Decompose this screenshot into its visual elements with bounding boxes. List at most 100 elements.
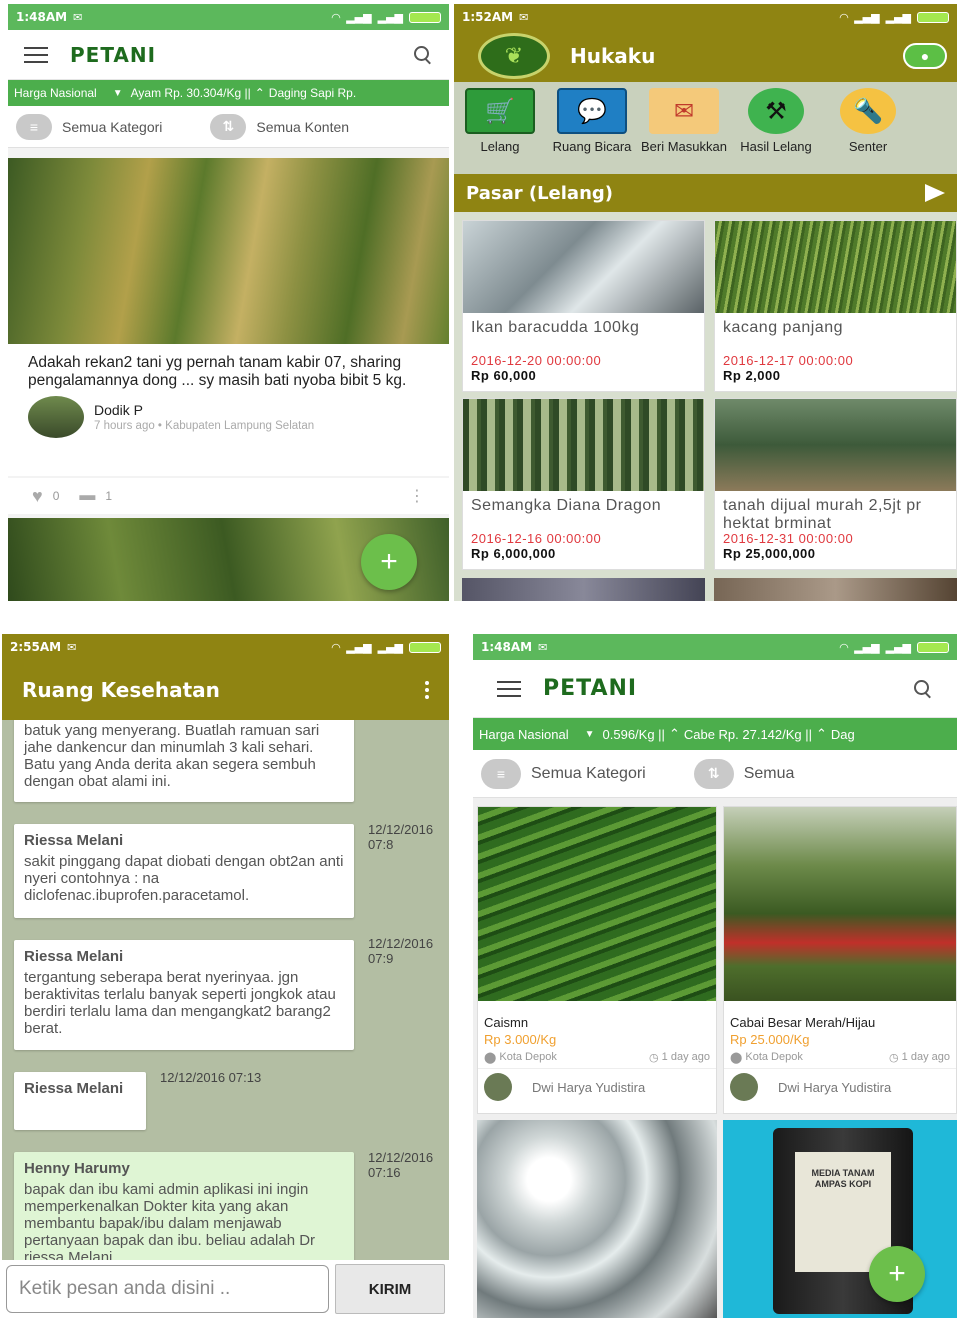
status-time: 1:48AM (16, 10, 68, 24)
like-count: 0 (52, 489, 60, 503)
item-price: Rp 6,000,000 (471, 546, 556, 561)
sort-icon: ⇅ (693, 758, 734, 789)
auction-card[interactable]: Ikan baracudda 100kg 2016-12-20 00:00:00… (462, 220, 705, 392)
item-image[interactable] (462, 578, 705, 601)
message-input[interactable]: Ketik pesan anda disini .. (6, 1265, 329, 1313)
section-header: Pasar (Lelang) (454, 174, 957, 212)
message-author: Henny Harumy (24, 1160, 130, 1177)
signal-icon: ▂▄▆ (885, 640, 911, 654)
add-product-button[interactable]: + (869, 1246, 925, 1302)
hukaku-screen: 1:52AM ✉ ◠ ▂▄▆ ▂▄▆ ❦ Hukaku ● 🛒 Lelang 💬… (454, 4, 957, 601)
post-image[interactable] (8, 158, 449, 344)
status-bar: 1:48AM ✉ ◠ ▂▄▆ ▂▄▆ (8, 4, 449, 30)
comment-icon[interactable]: ▬ (79, 487, 95, 505)
arrow-up-icon: ⌃ (816, 726, 827, 741)
message-time: 12/12/2016 07:9 (368, 936, 434, 966)
filter-bar: ≡ Semua Kategori ⇅ Semua Konten (8, 106, 449, 148)
dropdown-icon[interactable]: ▼ (585, 729, 595, 740)
chat-message-admin: Henny Harumy bapak dan ibu kami admin ap… (14, 1152, 354, 1260)
auction-card[interactable]: Semangka Diana Dragon 2016-12-16 00:00:0… (462, 398, 705, 570)
menu-item-senter[interactable]: 🔦 Senter (822, 88, 914, 174)
seller-row[interactable]: Dwi Harya Yudistira (478, 1068, 716, 1105)
search-icon[interactable] (413, 45, 433, 65)
ticker-text-2: Daging Sapi Rp. (268, 86, 357, 100)
post-card[interactable]: Adakah rekan2 tani yg pernah tanam kabir… (8, 344, 449, 476)
message-text: bapak dan ibu kami admin aplikasi ini in… (24, 1181, 316, 1260)
clock-icon: ◷ (649, 1052, 662, 1064)
signal-icon: ▂▄▆ (377, 10, 403, 24)
item-title: Ikan baracudda 100kg (471, 319, 640, 336)
signal-icon: ▂▄▆ (346, 640, 372, 654)
seller-row[interactable]: Dwi Harya Yudistira (724, 1068, 956, 1105)
product-image (724, 807, 956, 1001)
chat-message: Riessa Melani sakit pinggang dapat dioba… (14, 824, 354, 918)
item-image (463, 221, 704, 313)
send-button[interactable]: KIRIM (335, 1264, 445, 1314)
more-icon[interactable]: ⋮ (409, 486, 425, 506)
product-card[interactable]: Cabai Besar Merah/Hijau Rp 25.000/Kg ⬤ K… (723, 806, 957, 1114)
message-author: Riessa Melani (24, 948, 124, 965)
menu-item-ruang-bicara[interactable]: 💬 Ruang Bicara (546, 88, 638, 174)
notification-icon: ✉ (538, 640, 548, 654)
auction-grid: Ikan baracudda 100kg 2016-12-20 00:00:00… (454, 212, 957, 601)
location-icon: ⬤ (484, 1052, 500, 1064)
product-age: 1 day ago (901, 1051, 950, 1063)
category-filter-label: Semua Kategori (62, 118, 163, 135)
battery-icon (409, 11, 441, 23)
category-filter[interactable]: ≡ Semua Kategori (16, 113, 163, 140)
app-toolbar: PETANI (473, 660, 957, 718)
menu-item-lelang[interactable]: 🛒 Lelang (454, 88, 546, 174)
message-author: Riessa Melani (24, 832, 124, 849)
battery-icon (917, 11, 949, 23)
product-card[interactable]: Caismn Rp 3.000/Kg ⬤ Kota Depok ◷ 1 day … (477, 806, 717, 1114)
content-filter[interactable]: ⇅ Semua Konten (210, 113, 350, 140)
dropdown-icon[interactable]: ▼ (113, 88, 123, 99)
menu-icon[interactable] (497, 680, 521, 697)
item-image (463, 399, 704, 491)
arrow-up-icon: ⌃ (254, 86, 265, 100)
item-image (715, 399, 956, 491)
content-filter[interactable]: ⇅ Semua (693, 758, 794, 789)
notification-icon: ✉ (73, 10, 83, 24)
content-filter-label: Semua Konten (256, 118, 350, 135)
author-avatar[interactable] (28, 396, 84, 438)
message-time: 12/12/2016 07:8 (368, 822, 434, 852)
heart-icon[interactable]: ♥ (32, 486, 43, 507)
status-bar: 1:48AM ✉ ◠ ▂▄▆ ▂▄▆ (473, 634, 957, 660)
chat-list[interactable]: batuk yang menyerang. Buatlah ramuan sar… (2, 720, 449, 1260)
item-date: 2016-12-16 00:00:00 (471, 531, 602, 546)
auction-card[interactable]: kacang panjang 2016-12-17 00:00:00 Rp 2,… (714, 220, 957, 392)
auction-card[interactable]: tanah dijual murah 2,5jt pr hektat brmin… (714, 398, 957, 570)
menu-item-beri-masukkan[interactable]: ✉ Beri Masukkan (638, 88, 730, 174)
wifi-icon: ◠ (331, 640, 341, 654)
status-time: 2:55AM (10, 640, 62, 654)
petani-feed-screen: 1:48AM ✉ ◠ ▂▄▆ ▂▄▆ PETANI Harga Nasional… (8, 4, 449, 601)
menu-icon[interactable] (24, 46, 48, 63)
main-menu: 🛒 Lelang 💬 Ruang Bicara ✉ Beri Masukkan … (454, 82, 957, 174)
price-ticker: Harga Nasional ▼ 0.596/Kg || ⌃ Cabe Rp. … (473, 718, 957, 750)
app-title: Hukaku (570, 44, 656, 68)
category-filter[interactable]: ≡ Semua Kategori (481, 758, 646, 789)
user-avatar-icon[interactable]: ● (903, 43, 947, 69)
item-image[interactable] (714, 578, 957, 601)
category-filter-label: Semua Kategori (531, 764, 646, 782)
item-image (715, 221, 956, 313)
author-name[interactable]: Dodik P (94, 402, 314, 418)
product-price: Rp 3.000/Kg (484, 1032, 557, 1047)
wifi-icon: ◠ (839, 10, 849, 24)
app-toolbar: PETANI (8, 30, 449, 80)
seller-name: Dwi Harya Yudistira (532, 1079, 646, 1095)
menu-item-hasil-lelang[interactable]: ⚒ Hasil Lelang (730, 88, 822, 174)
search-icon[interactable] (913, 679, 933, 699)
product-image[interactable] (477, 1120, 717, 1318)
cart-icon: 🛒 (465, 88, 535, 134)
play-icon[interactable] (925, 184, 945, 202)
item-date: 2016-12-31 00:00:00 (723, 531, 854, 546)
ticker-label: Harga Nasional (479, 726, 569, 742)
product-image[interactable]: MEDIA TANAM AMPAS KOPI (723, 1120, 957, 1318)
item-date: 2016-12-20 00:00:00 (471, 353, 602, 368)
add-post-button[interactable]: + (361, 534, 417, 590)
list-icon: ≡ (481, 758, 521, 789)
ticker-text-2: Cabe Rp. 27.142/Kg || (683, 726, 813, 742)
more-icon[interactable] (425, 681, 429, 699)
